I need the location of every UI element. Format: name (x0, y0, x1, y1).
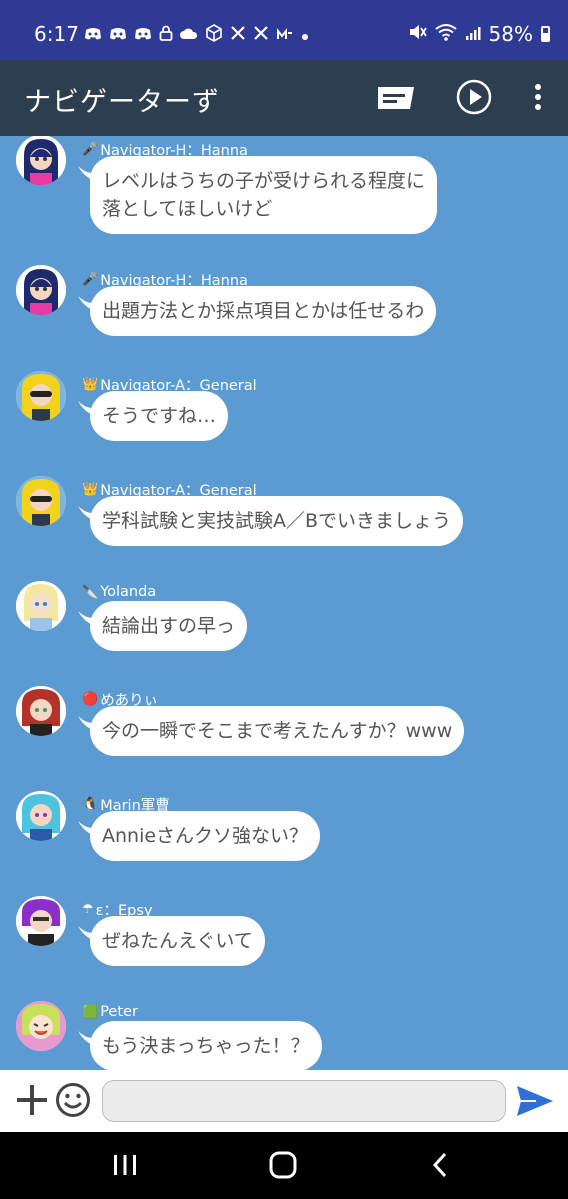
message-bubble[interactable]: 結論出すの早っ (90, 601, 248, 651)
message-item: 🎤 Navigator-H：Hanna 出題方法とか採点項目とかは任せるわ (0, 265, 568, 366)
chat-area[interactable]: 🎤 Navigator-H：Hanna レベルはうちの子が受けられる程度に 落と… (0, 136, 568, 1070)
status-right: 58% (407, 22, 550, 46)
avatar[interactable] (16, 476, 66, 526)
message-bubble[interactable]: ぜねたんえぐいて (90, 916, 265, 966)
battery-icon (541, 26, 550, 42)
message-bubble[interactable]: 学科試験と実技試験A／Bでいきましょう (90, 496, 464, 546)
battery-percent: 58% (488, 22, 533, 46)
box-icon (205, 24, 223, 47)
message-bubble[interactable]: 出題方法とか採点項目とかは任せるわ (90, 286, 437, 336)
more-icon[interactable] (526, 79, 550, 115)
message-bubble[interactable]: Annieさんクソ強ない？ (90, 811, 321, 861)
message-composer (0, 1070, 568, 1132)
green-square-icon: 🟩 (82, 1004, 99, 1020)
back-icon[interactable] (426, 1150, 456, 1180)
status-time: 6:17 (34, 22, 79, 46)
status-bar: 6:17 58% (0, 0, 568, 60)
mic-icon: 🎤 (82, 142, 99, 157)
dot-icon (301, 26, 309, 46)
avatar[interactable] (16, 791, 66, 841)
mute-icon (407, 22, 427, 46)
avatar[interactable] (16, 581, 66, 631)
crown-icon: 👑 (82, 377, 99, 392)
signal-icon (465, 22, 481, 46)
umbrella-icon: ☂ (82, 902, 94, 917)
message-item: 🔪 Yolanda 結論出すの早っ (0, 581, 568, 681)
play-icon[interactable] (456, 79, 492, 115)
message-item: 🔴 めありぃ 今の一瞬でそこまで考えたんすか？www (0, 686, 568, 786)
message-bubble[interactable]: もう決まっちゃった！？ (90, 1021, 322, 1070)
sender-name: 🔪 Yolanda (82, 584, 157, 600)
notification-icons (84, 24, 309, 47)
message-input[interactable] (102, 1080, 506, 1122)
discord-icon (109, 26, 127, 46)
wifi-icon (434, 22, 457, 46)
message-item: 🎤 Navigator-H：Hanna レベルはうちの子が受けられる程度に 落と… (0, 136, 568, 236)
app-bar: ナビゲーターず (0, 60, 568, 136)
x-icon (253, 25, 269, 46)
message-bubble[interactable]: 今の一瞬でそこまで考えたんすか？www (90, 706, 465, 756)
message-item: ☂ ε：Epsy ぜねたんえぐいて (0, 896, 568, 996)
smile-icon[interactable] (55, 1082, 91, 1118)
avatar[interactable] (16, 896, 66, 946)
avatar[interactable] (16, 136, 66, 185)
misskey-icon (276, 26, 294, 46)
knife-icon: 🔪 (82, 584, 99, 600)
home-icon[interactable] (268, 1150, 298, 1180)
message-bubble[interactable]: レベルはうちの子が受けられる程度に 落としてほしいけど (90, 156, 438, 234)
x-icon (230, 25, 246, 46)
message-item: 🐧 Marin軍曹 Annieさんクソ強ない？ (0, 791, 568, 891)
lock-icon (159, 25, 173, 46)
message-item: 👑 Navigator-A：General 学科試験と実技試験A／Bでいきましょ… (0, 476, 568, 576)
crown-icon: 👑 (82, 482, 99, 497)
avatar[interactable] (16, 686, 66, 736)
recent-apps-icon[interactable] (110, 1150, 140, 1180)
message-bubble[interactable]: そうですね… (90, 391, 229, 441)
discord-icon (134, 26, 152, 46)
cloud-icon (180, 26, 198, 46)
page-title: ナビゲーターず (24, 87, 220, 118)
penguin-icon: 🐧 (82, 797, 99, 812)
flag-icon[interactable] (378, 87, 414, 109)
avatar[interactable] (16, 265, 66, 315)
send-icon[interactable] (516, 1084, 554, 1118)
system-nav-bar (0, 1132, 568, 1199)
red-circle-icon: 🔴 (82, 692, 99, 707)
mic-icon: 🎤 (82, 272, 99, 287)
avatar[interactable] (16, 371, 66, 421)
message-item: 🟩 Peter もう決まっちゃった！？ (0, 1001, 568, 1070)
message-item: 👑 Navigator-A：General そうですね… (0, 371, 568, 471)
sender-name: 🟩 Peter (82, 1004, 138, 1020)
plus-icon[interactable] (14, 1082, 50, 1118)
discord-icon (84, 26, 102, 46)
avatar[interactable] (16, 1001, 66, 1051)
